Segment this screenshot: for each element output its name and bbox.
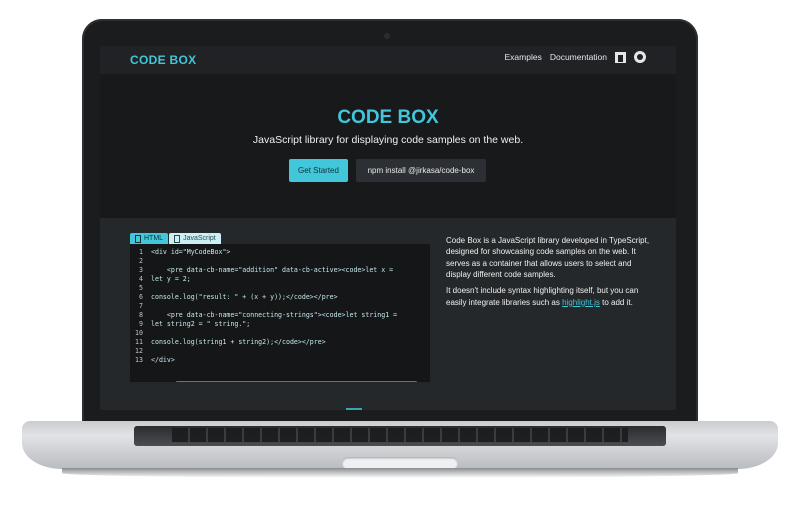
code-line: 4 let y = 2; (139, 275, 191, 283)
code-line: 9 let string2 = " string."; (139, 320, 251, 328)
npm-icon[interactable] (615, 51, 626, 63)
hero-section: CODE BOX JavaScript library for displayi… (100, 74, 676, 218)
nav-documentation[interactable]: Documentation (550, 52, 607, 62)
description-text-end: to add it. (599, 297, 633, 307)
nav-links: Examples Documentation (505, 51, 646, 63)
code-line: 3 <pre data-cb-name="addition" data-cb-a… (139, 266, 394, 274)
description-paragraph-1: Code Box is a JavaScript library develop… (446, 236, 650, 280)
camera-icon (384, 33, 390, 39)
tab-html[interactable]: HTML (130, 233, 169, 244)
code-line: 13 </div> (135, 356, 175, 364)
tab-javascript[interactable]: JavaScript (169, 233, 221, 244)
laptop-screen: CODE BOX Examples Documentation CODE BOX… (100, 46, 676, 410)
code-line: 11 console.log(string1 + string2);</code>… (135, 338, 326, 346)
code-box[interactable]: 1 <div id="MyCodeBox"> 2 3 <pre data-cb-n… (130, 244, 430, 382)
github-icon[interactable] (634, 51, 646, 63)
nav-examples[interactable]: Examples (505, 52, 542, 62)
tab-javascript-label: JavaScript (183, 235, 216, 242)
base-shadow (62, 468, 738, 478)
file-icon (174, 234, 181, 243)
laptop-base (22, 421, 778, 483)
code-line: 5 (139, 284, 143, 292)
code-line: 6 console.log("result: " + (x + y));</cod… (139, 293, 338, 301)
get-started-button[interactable]: Get Started (289, 159, 348, 182)
highlightjs-link[interactable]: highlight.js (562, 298, 600, 307)
code-line: 2 (139, 257, 143, 265)
description: Code Box is a JavaScript library develop… (446, 235, 652, 313)
horizontal-scrollbar[interactable] (176, 381, 417, 382)
section-indicator (346, 408, 362, 410)
hero-title: CODE BOX (337, 107, 439, 128)
top-nav: CODE BOX Examples Documentation (100, 46, 676, 74)
npm-install-button[interactable]: npm install @jirkasa/code-box (356, 159, 486, 182)
demo-section: HTML JavaScript 1 <div id="MyCodeBox"> 2 … (100, 218, 676, 410)
keyboard-keys (172, 428, 628, 442)
code-line: 7 (139, 302, 143, 310)
brand-logo[interactable]: CODE BOX (130, 53, 196, 67)
code-line: 12 (135, 347, 143, 355)
description-paragraph-2: It doesn't include syntax highlighting i… (446, 285, 652, 308)
tab-html-label: HTML (144, 235, 164, 242)
code-line: 10 (135, 329, 143, 337)
file-icon (135, 234, 141, 243)
code-line: 1 <div id="MyCodeBox"> (139, 248, 231, 256)
code-line: 8 <pre data-cb-name="connecting-strings"… (139, 311, 398, 319)
hero-subtitle: JavaScript library for displaying code s… (252, 134, 524, 146)
code-tabs: HTML JavaScript (130, 233, 221, 244)
